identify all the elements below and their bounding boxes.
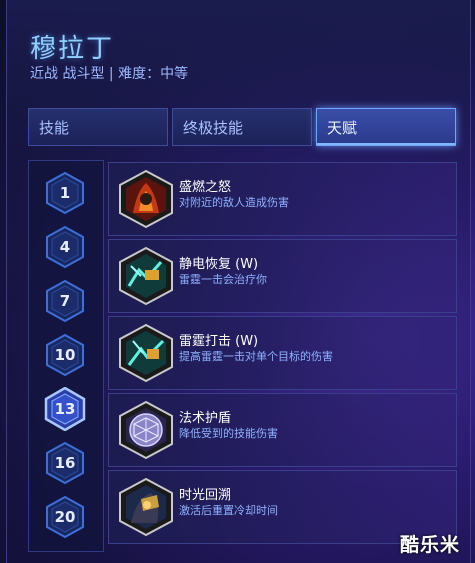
talent-row[interactable]: 雷霆打击 (W) 提高雷霆一击对单个目标的伤害 bbox=[108, 316, 457, 390]
hero-name: 穆拉丁 bbox=[30, 34, 115, 64]
talent-description: 雷霆一击会治疗你 bbox=[179, 273, 267, 286]
level-label: 20 bbox=[54, 508, 76, 526]
level-hex-7[interactable]: 7 bbox=[43, 279, 87, 323]
spell-shield-icon bbox=[119, 400, 173, 460]
rewind-icon bbox=[119, 477, 173, 537]
level-hex-1[interactable]: 1 bbox=[43, 171, 87, 215]
tab-abilities[interactable]: 技能 bbox=[28, 108, 168, 146]
talent-name: 雷霆打击 (W) bbox=[179, 334, 259, 349]
talent-name: 盛燃之怒 bbox=[179, 180, 232, 195]
level-label: 7 bbox=[59, 292, 71, 310]
flame-fury-icon bbox=[119, 169, 173, 229]
level-hex-4[interactable]: 4 bbox=[43, 225, 87, 269]
tab-bar: 技能 终极技能 天赋 bbox=[28, 108, 456, 148]
level-hex-16[interactable]: 16 bbox=[43, 441, 87, 485]
level-column: 1 4 7 10 13 16 20 bbox=[28, 160, 104, 552]
talent-description: 降低受到的技能伤害 bbox=[179, 427, 278, 440]
level-label: 4 bbox=[59, 238, 71, 256]
static-recovery-icon bbox=[119, 246, 173, 306]
talent-row[interactable]: 法术护盾 降低受到的技能伤害 bbox=[108, 393, 457, 467]
talent-description: 对附近的敌人造成伤害 bbox=[179, 196, 289, 209]
level-label: 16 bbox=[54, 454, 76, 472]
level-label: 1 bbox=[59, 184, 71, 202]
level-label: 10 bbox=[54, 346, 76, 364]
talent-name: 法术护盾 bbox=[179, 411, 232, 426]
hero-subtitle: 近战 战斗型 | 难度：中等 bbox=[30, 66, 189, 82]
tab-heroic-abilities[interactable]: 终极技能 bbox=[172, 108, 312, 146]
talent-row[interactable]: 盛燃之怒 对附近的敌人造成伤害 bbox=[108, 162, 457, 236]
tab-talents[interactable]: 天赋 bbox=[316, 108, 456, 146]
watermark-text: 酷乐米 bbox=[400, 534, 461, 556]
level-label: 13 bbox=[54, 400, 76, 418]
talent-description: 激活后重置冷却时间 bbox=[179, 504, 278, 517]
level-hex-13-selected[interactable]: 13 bbox=[43, 387, 87, 431]
level-hex-10[interactable]: 10 bbox=[43, 333, 87, 377]
talent-name: 静电恢复 (W) bbox=[179, 257, 259, 272]
talent-name: 时光回溯 bbox=[179, 488, 232, 503]
level-hex-20[interactable]: 20 bbox=[43, 495, 87, 539]
talent-description: 提高雷霆一击对单个目标的伤害 bbox=[179, 350, 333, 363]
thunder-strike-icon bbox=[119, 323, 173, 383]
talent-row[interactable]: 静电恢复 (W) 雷霆一击会治疗你 bbox=[108, 239, 457, 313]
